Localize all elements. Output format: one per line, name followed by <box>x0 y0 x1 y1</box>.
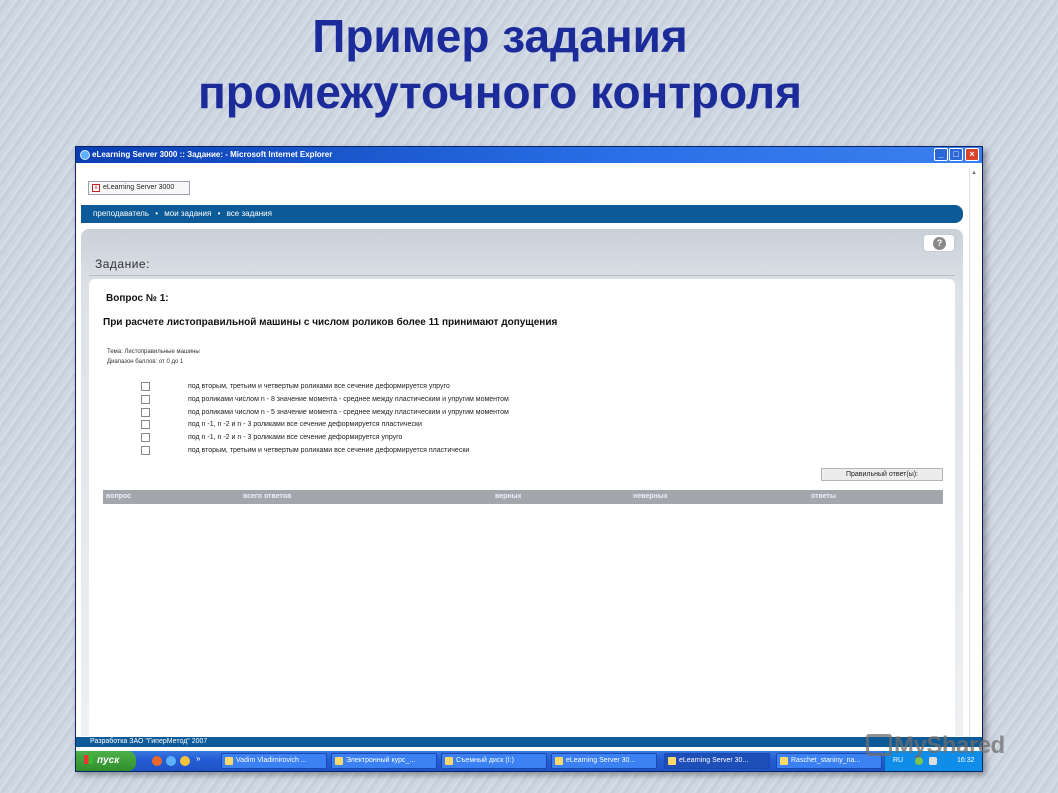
page-title: Задание: <box>95 257 150 271</box>
internet-explorer-icon <box>555 757 563 765</box>
answer-checkbox[interactable] <box>141 446 150 455</box>
taskbar-item-label: Электронный курс_... <box>346 757 416 764</box>
slide-title-line2: промежуточного контроля <box>198 66 802 118</box>
answer-label: под роликами числом n - 8 значение момен… <box>188 396 509 403</box>
taskbar-item-active[interactable]: eLearning Server 30... <box>664 753 770 769</box>
internet-explorer-icon[interactable] <box>166 756 176 766</box>
nav-item-all-tasks[interactable]: все задания <box>227 209 272 218</box>
answer-checkbox[interactable] <box>141 433 150 442</box>
question-mark-icon: ? <box>933 237 946 250</box>
tab-label: eLearning Server 3000 <box>103 184 175 191</box>
slide-title: Пример задания промежуточного контроля <box>0 8 1000 120</box>
column-header: всего ответов <box>243 493 292 500</box>
page-footer: Разработка ЗАО "ГиперМетод" 2007 <box>76 737 982 747</box>
results-table-header: вопрос всего ответов верных неверных отв… <box>103 490 943 504</box>
answer-label: под вторым, третьим и четвертым роликами… <box>188 447 470 454</box>
app-icon <box>225 757 233 765</box>
task-panel: ? Задание: Вопрос № 1: При расчете листо… <box>81 229 963 736</box>
windows-logo-icon <box>84 755 93 764</box>
close-button[interactable]: × <box>965 148 979 161</box>
drive-icon <box>445 757 453 765</box>
question-content: Вопрос № 1: При расчете листоправильной … <box>89 279 955 736</box>
column-header: неверных <box>633 493 668 500</box>
tab-elearning-server[interactable]: x eLearning Server 3000 <box>88 181 190 195</box>
answer-checkbox[interactable] <box>141 382 150 391</box>
question-text: При расчете листоправильной машины с чис… <box>103 317 558 328</box>
document-icon <box>780 757 788 765</box>
start-button[interactable]: пуск <box>76 751 136 771</box>
opera-icon[interactable] <box>180 756 190 766</box>
scroll-up-icon[interactable]: ▲ <box>969 169 979 177</box>
taskbar-item-label: Съемный диск (I:) <box>456 757 514 764</box>
quick-launch-more-icon[interactable]: » <box>196 754 200 763</box>
taskbar-item[interactable]: Электронный курс_... <box>331 753 437 769</box>
start-label: пуск <box>97 755 120 766</box>
window-title: eLearning Server 3000 :: Задание: - Micr… <box>92 150 333 159</box>
taskbar-item-label: Raschet_staniny_na... <box>791 757 861 764</box>
watermark-text: MyShared <box>894 732 1005 759</box>
windows-taskbar: пуск » Vadim Vladimirovich ... Электронн… <box>76 751 982 771</box>
watermark: MyShared <box>866 732 1005 760</box>
window-titlebar: eLearning Server 3000 :: Задание: - Micr… <box>76 147 982 163</box>
taskbar-item[interactable]: Съемный диск (I:) <box>441 753 547 769</box>
taskbar-item-label: eLearning Server 30... <box>566 757 636 764</box>
column-header: верных <box>495 493 522 500</box>
answer-label: под n -1, n -2 и n - 3 роликами все сече… <box>188 421 422 428</box>
slide-title-line1: Пример задания <box>312 10 688 62</box>
nav-separator: • <box>217 209 221 218</box>
answer-label: под вторым, третьим и четвертым роликами… <box>188 383 450 390</box>
column-header: вопрос <box>106 493 132 500</box>
answer-checkbox[interactable] <box>141 420 150 429</box>
answer-label: под роликами числом n - 5 значение момен… <box>188 409 509 416</box>
question-score-range: Диапазон баллов: от 0 до 1 <box>107 359 184 365</box>
answer-checkbox[interactable] <box>141 408 150 417</box>
question-number: Вопрос № 1: <box>106 293 169 304</box>
answer-checkbox[interactable] <box>141 395 150 404</box>
column-header: ответы <box>811 493 836 500</box>
browser-window: eLearning Server 3000 :: Задание: - Micr… <box>75 146 983 772</box>
top-navigation: преподаватель • мои задания • все задани… <box>81 205 963 223</box>
correct-answers-button[interactable]: Правильный ответ(ы): <box>821 468 943 481</box>
app-icon <box>335 757 343 765</box>
minimize-button[interactable]: _ <box>934 148 948 161</box>
watermark-logo-icon <box>866 734 892 756</box>
question-topic: Тема: Листоправильные машины <box>107 349 200 355</box>
nav-separator: • <box>155 209 159 218</box>
answer-label: под n -1, n -2 и n - 3 роликами все сече… <box>188 434 403 441</box>
internet-explorer-icon <box>668 757 676 765</box>
close-tab-icon[interactable]: x <box>92 184 100 192</box>
vertical-scrollbar[interactable]: ▲ ▼ <box>969 169 979 749</box>
taskbar-item[interactable]: Vadim Vladimirovich ... <box>221 753 327 769</box>
help-button[interactable]: ? <box>923 234 955 252</box>
nav-item-my-tasks[interactable]: мои задания <box>164 209 211 218</box>
nav-item-teacher[interactable]: преподаватель <box>93 209 149 218</box>
taskbar-item-label: eLearning Server 30... <box>679 757 749 764</box>
taskbar-item-label: Vadim Vladimirovich ... <box>236 757 307 764</box>
taskbar-item[interactable]: eLearning Server 30... <box>551 753 657 769</box>
maximize-button[interactable]: □ <box>949 148 963 161</box>
divider <box>89 275 955 276</box>
firefox-icon[interactable] <box>152 756 162 766</box>
internet-explorer-icon <box>80 150 90 160</box>
